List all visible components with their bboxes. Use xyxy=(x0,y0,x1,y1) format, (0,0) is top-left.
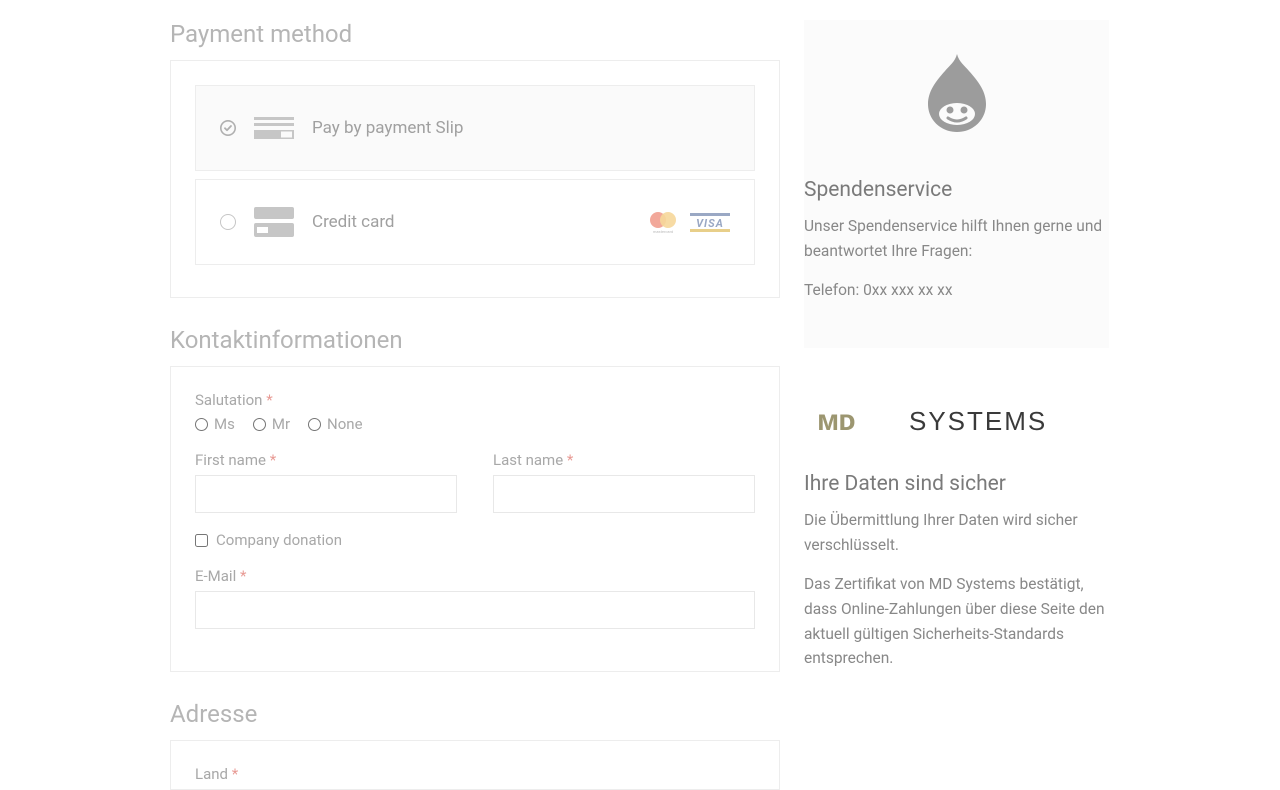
contact-panel: Salutation * Ms Mr None First name * Las… xyxy=(170,366,780,672)
svg-text:ᴍᴅ: ᴍᴅ xyxy=(817,404,855,437)
country-label: Land * xyxy=(195,765,755,783)
payment-option-slip[interactable]: Pay by payment Slip xyxy=(195,85,755,171)
last-name-group: Last name * xyxy=(493,451,755,513)
secure-heading: Ihre Daten sind sicher xyxy=(804,472,1109,496)
svg-text:SYSTEMS: SYSTEMS xyxy=(909,406,1047,436)
first-name-input[interactable] xyxy=(195,475,457,513)
secure-block: Ihre Daten sind sicher Die Übermittlung … xyxy=(804,472,1109,671)
visa-icon: VISA xyxy=(690,210,730,234)
company-donation-check[interactable]: Company donation xyxy=(195,531,755,549)
salutation-ms[interactable]: Ms xyxy=(195,415,235,433)
mdsystems-logo: ᴍᴅ SYSTEMS xyxy=(804,372,1109,472)
card-brand-logos: mastercard VISA xyxy=(644,210,730,234)
contact-heading: Kontaktinformationen xyxy=(170,326,780,354)
payment-method-heading: Payment method xyxy=(170,20,780,48)
radio-selected-icon xyxy=(220,120,236,136)
payment-slip-icon xyxy=(254,113,294,143)
payment-credit-label: Credit card xyxy=(312,212,395,232)
drupal-logo xyxy=(804,52,1109,138)
first-name-label: First name * xyxy=(195,451,457,469)
last-name-input[interactable] xyxy=(493,475,755,513)
country-group: Land * xyxy=(195,765,755,783)
secure-p1: Die Übermittlung Ihrer Daten wird sicher… xyxy=(804,508,1109,558)
svg-text:VISA: VISA xyxy=(696,217,724,230)
email-group: E-Mail * xyxy=(195,567,755,629)
first-name-group: First name * xyxy=(195,451,457,513)
email-input[interactable] xyxy=(195,591,755,629)
service-heading: Spendenservice xyxy=(804,178,1109,202)
address-heading: Adresse xyxy=(170,700,780,728)
email-label: E-Mail * xyxy=(195,567,755,585)
credit-card-icon xyxy=(254,207,294,237)
address-panel: Land * xyxy=(170,740,780,790)
salutation-group: Salutation * Ms Mr None xyxy=(195,391,755,433)
salutation-none[interactable]: None xyxy=(308,415,363,433)
service-phone: Telefon: 0xx xxx xx xx xyxy=(804,278,1109,303)
salutation-label: Salutation * xyxy=(195,391,755,409)
svg-text:mastercard: mastercard xyxy=(653,229,673,234)
salutation-mr[interactable]: Mr xyxy=(253,415,290,433)
last-name-label: Last name * xyxy=(493,451,755,469)
secure-p2: Das Zertifikat von MD Systems bestätigt,… xyxy=(804,572,1109,671)
payment-option-credit[interactable]: Credit card mastercard VISA xyxy=(195,179,755,265)
service-block: Spendenservice Unser Spendenservice hilf… xyxy=(804,20,1109,348)
payment-slip-label: Pay by payment Slip xyxy=(312,118,463,138)
payment-panel: Pay by payment Slip Credit card masterca… xyxy=(170,60,780,298)
service-body: Unser Spendenservice hilft Ihnen gerne u… xyxy=(804,214,1109,264)
mastercard-icon: mastercard xyxy=(644,210,682,234)
radio-unselected-icon xyxy=(220,214,236,230)
